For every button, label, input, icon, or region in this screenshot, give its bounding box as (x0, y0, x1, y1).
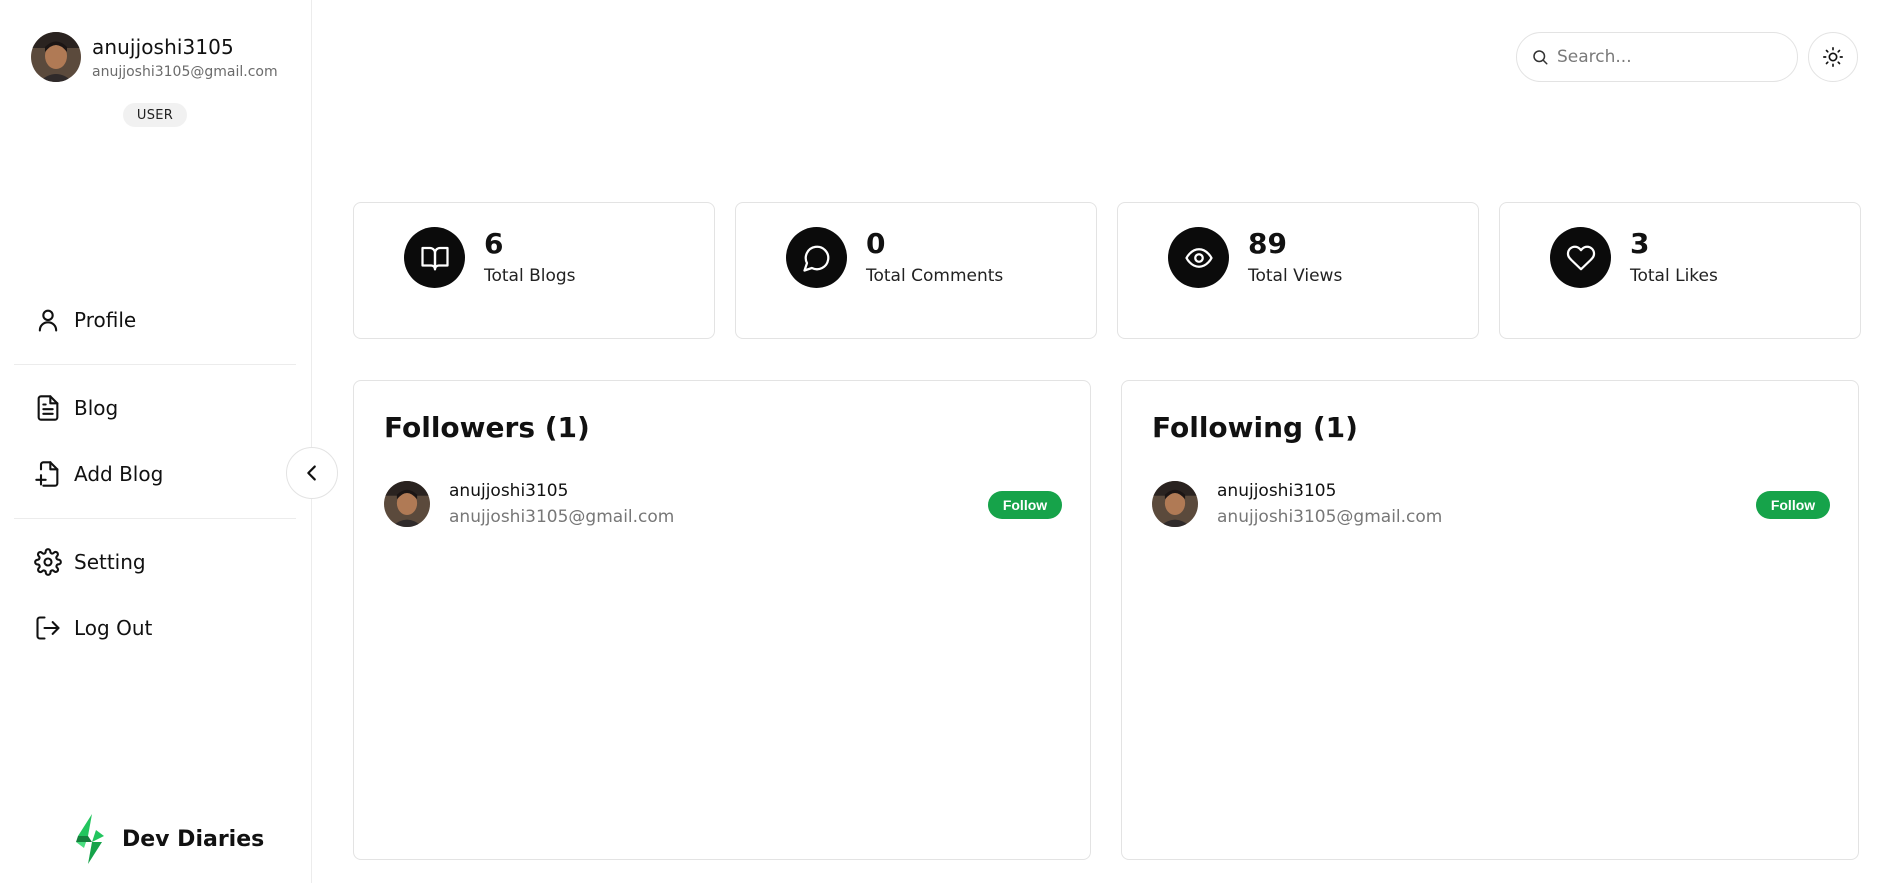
avatar (31, 32, 81, 82)
list-item[interactable]: anujjoshi3105 anujjoshi3105@gmail.com Fo… (1152, 477, 1830, 531)
eye-icon (1184, 247, 1213, 268)
list-item[interactable]: anujjoshi3105 anujjoshi3105@gmail.com Fo… (384, 477, 1062, 531)
stat-value: 0 (866, 227, 886, 260)
avatar (1152, 481, 1198, 527)
sidebar-item-profile[interactable]: Profile (34, 306, 136, 334)
search-input[interactable] (1557, 47, 1777, 67)
stat-icon-circle (786, 227, 847, 288)
stat-card-likes: 3 Total Likes (1499, 202, 1861, 339)
log-out-icon (36, 616, 60, 640)
following-title: Following (1) (1152, 411, 1358, 444)
user-block[interactable]: anujjoshi3105 anujjoshi3105@gmail.com (31, 32, 278, 82)
sidebar-item-label: Setting (74, 550, 146, 574)
stat-value: 3 (1630, 227, 1650, 260)
person-name: anujjoshi3105 (449, 481, 569, 501)
stat-value: 89 (1248, 227, 1287, 260)
brand-name: Dev Diaries (122, 826, 265, 852)
file-text-icon (37, 395, 59, 421)
file-plus-icon (35, 461, 59, 487)
followers-panel: Followers (1) anujjoshi3105 anujjoshi310… (353, 380, 1091, 860)
stat-card-comments: 0 Total Comments (735, 202, 1097, 339)
search-icon (1533, 50, 1548, 65)
theme-toggle-button[interactable] (1808, 32, 1858, 82)
dev-diaries-logo-icon (76, 814, 104, 864)
user-email: anujjoshi3105@gmail.com (92, 64, 278, 80)
following-panel: Following (1) anujjoshi3105 anujjoshi310… (1121, 380, 1859, 860)
user-icon (38, 309, 58, 332)
stat-icon-circle (404, 227, 465, 288)
divider (14, 364, 296, 365)
stat-card-blogs: 6 Total Blogs (353, 202, 715, 339)
stat-card-views: 89 Total Views (1117, 202, 1479, 339)
sidebar: anujjoshi3105 anujjoshi3105@gmail.com US… (0, 0, 312, 883)
heart-icon (1566, 245, 1595, 270)
sidebar-item-setting[interactable]: Setting (34, 548, 146, 576)
stat-value: 6 (484, 227, 504, 260)
search-box[interactable] (1516, 32, 1798, 82)
stat-label: Total Blogs (484, 266, 576, 286)
stat-label: Total Comments (866, 266, 1004, 286)
person-email: anujjoshi3105@gmail.com (449, 507, 675, 527)
sidebar-item-add-blog[interactable]: Add Blog (34, 460, 163, 488)
followers-title: Followers (1) (384, 411, 590, 444)
follow-button[interactable]: Follow (1756, 491, 1830, 519)
sidebar-item-label: Add Blog (74, 462, 164, 486)
sidebar-item-label: Log Out (74, 616, 153, 640)
sidebar-item-label: Blog (74, 396, 119, 420)
chevron-left-icon (307, 465, 316, 481)
book-open-icon (420, 246, 449, 270)
stat-icon-circle (1550, 227, 1611, 288)
gear-icon (34, 548, 62, 576)
brand[interactable]: Dev Diaries (72, 814, 264, 864)
sidebar-item-blog[interactable]: Blog (34, 394, 118, 422)
message-circle-icon (802, 245, 829, 272)
sidebar-item-logout[interactable]: Log Out (34, 614, 152, 642)
stat-label: Total Views (1248, 266, 1343, 286)
sidebar-item-label: Profile (74, 308, 137, 332)
collapse-sidebar-button[interactable] (286, 447, 338, 499)
user-name: anujjoshi3105 (92, 35, 234, 59)
follow-button[interactable]: Follow (988, 491, 1062, 519)
stat-label: Total Likes (1630, 266, 1718, 286)
sun-icon (1823, 47, 1843, 67)
person-name: anujjoshi3105 (1217, 481, 1337, 501)
role-badge: USER (123, 103, 187, 127)
stat-icon-circle (1168, 227, 1229, 288)
divider (14, 518, 296, 519)
person-email: anujjoshi3105@gmail.com (1217, 507, 1443, 527)
avatar (384, 481, 430, 527)
